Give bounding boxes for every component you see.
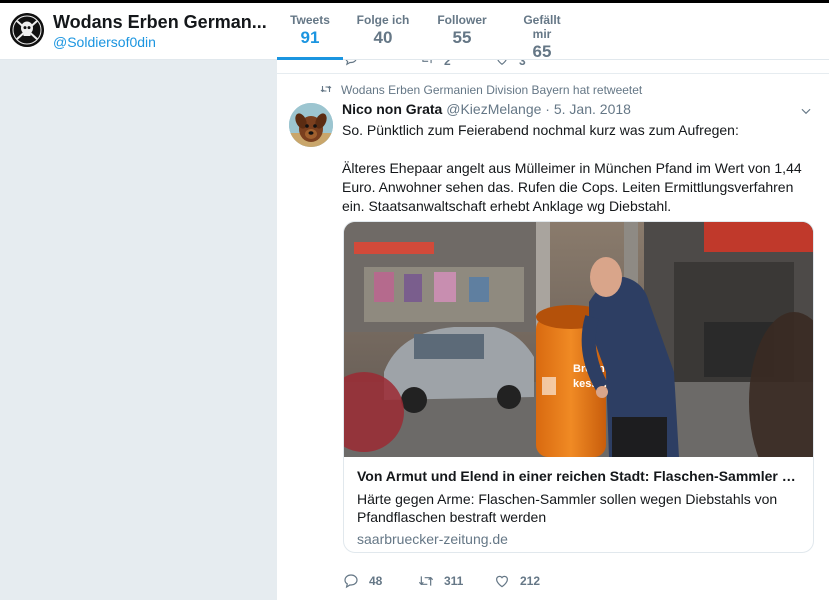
reply-button[interactable]: 48 bbox=[343, 572, 418, 590]
retweet-context-icon bbox=[320, 85, 332, 93]
timeline: 2 3 Wodans Erben Germanien Division Baye… bbox=[277, 60, 829, 600]
reply-count: 48 bbox=[369, 574, 383, 588]
author-name[interactable]: Nico non Grata bbox=[342, 101, 442, 117]
tweet-date[interactable]: 5. Jan. 2018 bbox=[554, 101, 631, 117]
nav-tab-label: Follower bbox=[437, 13, 487, 27]
retweet-icon bbox=[418, 576, 434, 586]
tweet-actions: 48 311 212 bbox=[343, 572, 574, 590]
retweet-count: 311 bbox=[444, 574, 464, 588]
heart-icon bbox=[496, 575, 508, 588]
tweet-text-paragraph: Älteres Ehepaar angelt aus Mülleimer in … bbox=[342, 160, 802, 214]
street-photo: Brenn kessel bbox=[344, 222, 813, 457]
author-avatar[interactable] bbox=[289, 103, 333, 147]
profile-avatar[interactable] bbox=[10, 13, 44, 47]
card-title: Von Armut und Elend in einer reichen Sta… bbox=[357, 468, 802, 484]
retweet-icon[interactable] bbox=[419, 60, 435, 66]
like-button[interactable]: 212 bbox=[494, 572, 574, 590]
nav-tab-count: 40 bbox=[373, 28, 393, 47]
tweet-header: Nico non Grata @KiezMelange · 5. Jan. 20… bbox=[342, 101, 631, 117]
previous-tweet-actions: 2 3 bbox=[277, 60, 829, 74]
nav-tab-count: 91 bbox=[300, 28, 320, 47]
chevron-down-icon[interactable] bbox=[799, 104, 813, 118]
nav-tab-followers[interactable]: Follower 55 bbox=[423, 3, 501, 60]
author-handle[interactable]: @KiezMelange bbox=[446, 101, 541, 117]
profile-name[interactable]: Wodans Erben German... bbox=[53, 12, 267, 33]
nav-tab-label: Gefällt mir bbox=[523, 13, 561, 41]
profile-nav: Tweets 91 Folge ich 40 Follower 55 Gefäl… bbox=[277, 3, 583, 61]
dog-avatar-icon bbox=[289, 103, 333, 147]
left-sidebar bbox=[0, 60, 277, 600]
card-body: Von Armut und Elend in einer reichen Sta… bbox=[344, 457, 813, 552]
retweet-context[interactable]: Wodans Erben Germanien Division Bayern h… bbox=[341, 83, 642, 97]
profile-handle[interactable]: @Soldiersof0din bbox=[53, 34, 156, 50]
link-preview-card[interactable]: Brenn kessel Von Armut und Elend in eine… bbox=[343, 221, 814, 553]
card-domain: saarbruecker-zeitung.de bbox=[357, 531, 508, 547]
retweet-button[interactable]: 311 bbox=[418, 572, 494, 590]
skull-logo-icon bbox=[10, 13, 44, 47]
reply-icon[interactable] bbox=[344, 60, 358, 66]
nav-tab-count: 55 bbox=[452, 28, 472, 47]
previous-like-count: 3 bbox=[519, 60, 526, 68]
card-image: Brenn kessel bbox=[344, 222, 813, 457]
like-count: 212 bbox=[520, 574, 541, 588]
reply-icon bbox=[344, 574, 358, 589]
nav-tab-likes[interactable]: Gefällt mir 65 bbox=[501, 3, 583, 61]
header-separator: · bbox=[545, 101, 550, 117]
card-description: Härte gegen Arme: Flaschen-Sammler solle… bbox=[357, 491, 778, 525]
previous-retweet-count: 2 bbox=[444, 60, 451, 68]
nav-tab-label: Folge ich bbox=[356, 13, 410, 27]
profile-header: Wodans Erben German... @Soldiersof0din T… bbox=[0, 0, 829, 61]
nav-tab-label: Tweets bbox=[290, 13, 330, 27]
tweet-text-paragraph: So. Pünktlich zum Feierabend nochmal kur… bbox=[342, 122, 739, 138]
nav-tab-following[interactable]: Folge ich 40 bbox=[343, 3, 423, 60]
tweet-text: So. Pünktlich zum Feierabend nochmal kur… bbox=[342, 121, 812, 216]
nav-tab-count: 65 bbox=[532, 42, 552, 61]
nav-tab-tweets[interactable]: Tweets 91 bbox=[277, 3, 343, 60]
like-icon[interactable] bbox=[495, 60, 509, 66]
